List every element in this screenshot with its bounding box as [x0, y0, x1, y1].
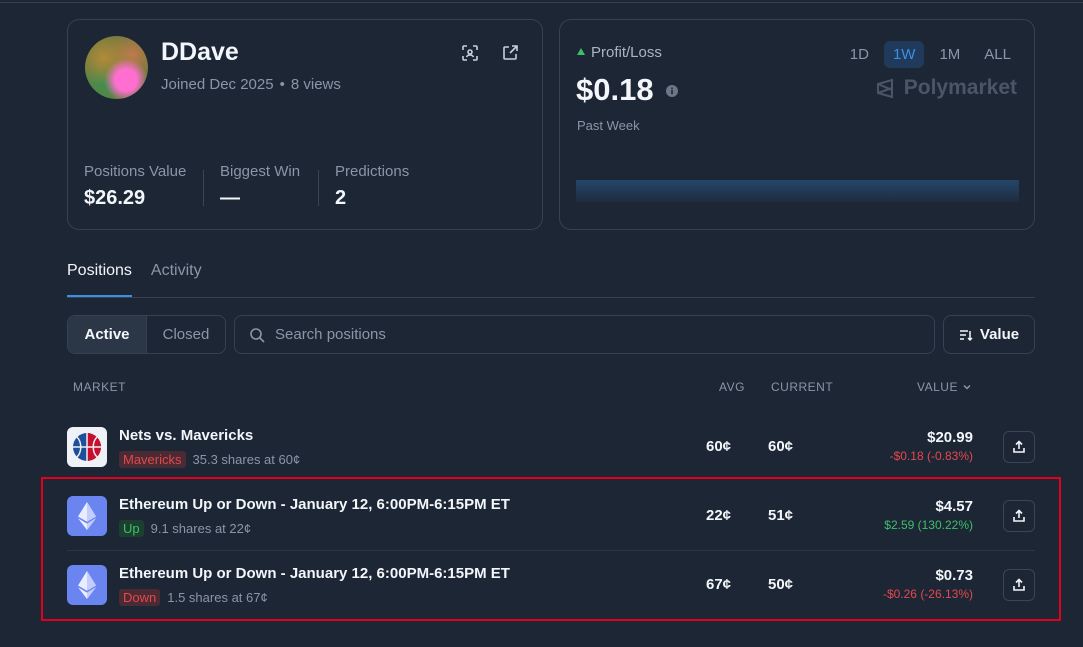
search-icon: [250, 327, 265, 343]
market-title[interactable]: Nets vs. Mavericks: [119, 427, 253, 444]
sort-button[interactable]: Value: [943, 315, 1035, 354]
active-filter-button[interactable]: Active: [68, 316, 147, 353]
search-box: [234, 315, 935, 354]
stat-biggest-win: Biggest Win —: [220, 163, 300, 210]
stat-label: Positions Value: [84, 163, 187, 180]
avatar: [85, 36, 148, 99]
external-link-icon[interactable]: [501, 44, 519, 62]
scan-icon[interactable]: [461, 44, 479, 62]
polymarket-logo-icon: [876, 78, 893, 99]
stat-positions-value: Positions Value $26.29: [84, 163, 186, 210]
tab-activity[interactable]: Activity: [151, 262, 202, 297]
column-header-current: CURRENT: [771, 380, 834, 394]
range-selector: 1D 1W 1M ALL: [841, 41, 1020, 68]
position-value: $20.99 -$0.18 (-0.83%): [890, 429, 973, 463]
info-icon[interactable]: [666, 84, 678, 97]
stat-predictions: Predictions 2: [335, 163, 409, 210]
value-change: -$0.18 (-0.83%): [889, 449, 973, 463]
sort-label: Value: [979, 326, 1020, 343]
tab-positions[interactable]: Positions: [67, 262, 132, 297]
polymarket-brand: Polymarket: [874, 76, 1017, 100]
closed-filter-button[interactable]: Closed: [147, 316, 225, 353]
column-header-value-label: VALUE: [917, 380, 958, 394]
stat-label: Predictions: [335, 163, 410, 180]
stat-divider: [318, 170, 319, 206]
basketball-icon: [67, 427, 107, 467]
outcome-badge: Mavericks: [119, 451, 186, 468]
avg-price: 60¢: [706, 438, 732, 455]
stat-label: Biggest Win: [220, 163, 301, 180]
position-details: Mavericks 35.3 shares at 60¢: [119, 451, 300, 468]
sort-icon: [959, 329, 973, 341]
highlight-box: [41, 477, 1061, 621]
shares-info: 35.3 shares at 60¢: [192, 452, 301, 467]
pnl-label: Profit/Loss: [591, 44, 662, 61]
value-amount: $20.99: [927, 429, 973, 446]
pnl-label-row: Profit/Loss: [577, 44, 662, 61]
table-row[interactable]: Nets vs. Mavericks Mavericks 35.3 shares…: [67, 413, 1035, 481]
range-1w[interactable]: 1W: [883, 41, 925, 68]
up-triangle-icon: [577, 48, 585, 55]
dot-separator: •: [279, 76, 285, 93]
pnl-period: Past Week: [577, 118, 640, 133]
column-header-avg: AVG: [719, 380, 745, 394]
range-1d[interactable]: 1D: [841, 41, 878, 68]
status-toggle: Active Closed: [67, 315, 226, 354]
top-divider: [0, 2, 1083, 3]
range-all[interactable]: ALL: [975, 41, 1020, 68]
column-header-market: MARKET: [73, 380, 127, 394]
chevron-down-icon: [963, 384, 971, 390]
profit-loss-card: Profit/Loss $0.18 Past Week 1D 1W 1M ALL…: [559, 19, 1035, 230]
stat-divider: [203, 170, 204, 206]
column-header-value[interactable]: VALUE: [917, 380, 972, 394]
username: DDave: [161, 38, 239, 66]
brand-name: Polymarket: [903, 76, 1017, 99]
tabs-divider: [67, 297, 1035, 298]
stat-value: $26.29: [84, 187, 146, 209]
upload-share-icon: [1013, 440, 1025, 453]
profile-tabs: Positions Activity: [67, 262, 202, 297]
search-input[interactable]: [275, 326, 875, 343]
stat-value: 2: [335, 187, 347, 209]
current-price: 60¢: [768, 438, 794, 455]
stat-value: —: [220, 187, 240, 209]
views-count: 8 views: [290, 76, 341, 93]
range-1m[interactable]: 1M: [930, 41, 969, 68]
share-button[interactable]: [1003, 431, 1035, 463]
pnl-value: $0.18: [576, 72, 654, 107]
profile-meta: Joined Dec 2025 • 8 views: [161, 76, 341, 93]
joined-date: Joined Dec 2025: [161, 76, 274, 93]
profile-card: DDave Joined Dec 2025 • 8 views Positions …: [67, 19, 543, 230]
pnl-chart-area: [576, 180, 1019, 202]
